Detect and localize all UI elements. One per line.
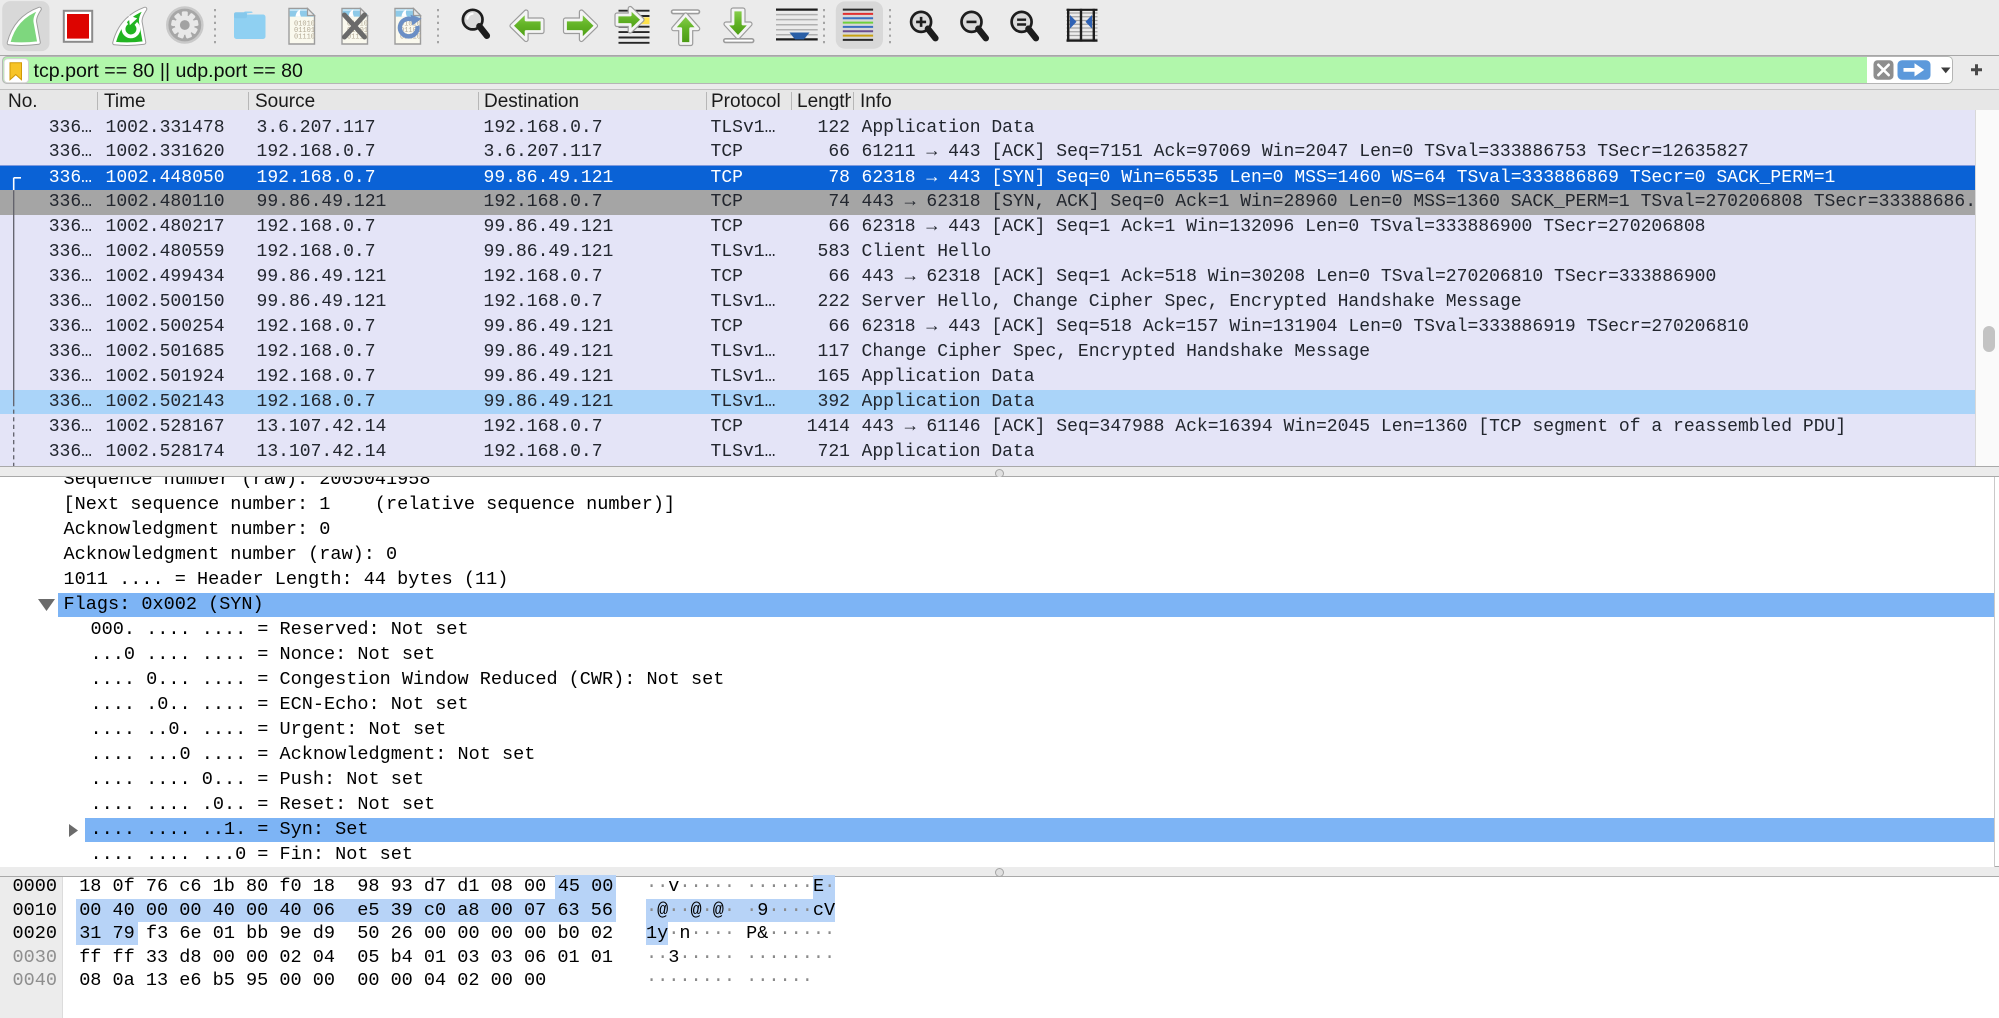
svg-text:01110: 01110	[294, 33, 315, 41]
